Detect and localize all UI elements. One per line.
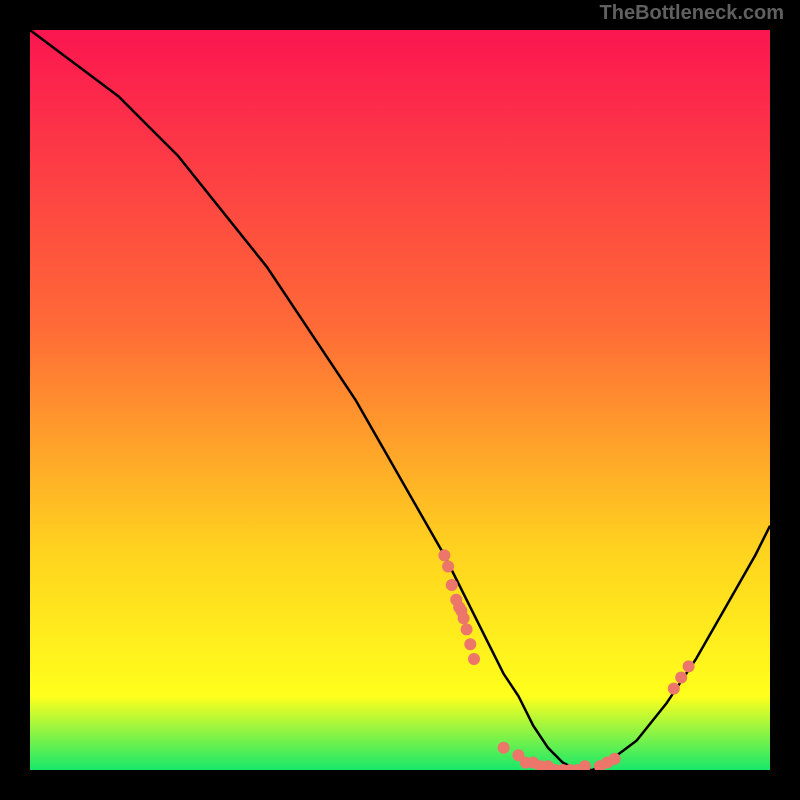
data-point [438, 549, 450, 561]
data-point [446, 579, 458, 591]
data-point [468, 653, 480, 665]
gradient-background [30, 30, 770, 770]
data-point [461, 623, 473, 635]
data-point [609, 753, 621, 765]
data-point [464, 638, 476, 650]
data-point [675, 672, 687, 684]
data-point [668, 683, 680, 695]
data-point [458, 612, 470, 624]
watermark-text: TheBottleneck.com [600, 2, 784, 25]
data-point [498, 742, 510, 754]
data-point [442, 561, 454, 573]
chart-container: TheBottleneck.com [0, 0, 800, 800]
data-point [683, 660, 695, 672]
chart-svg [30, 30, 770, 770]
plot-area [30, 30, 770, 770]
